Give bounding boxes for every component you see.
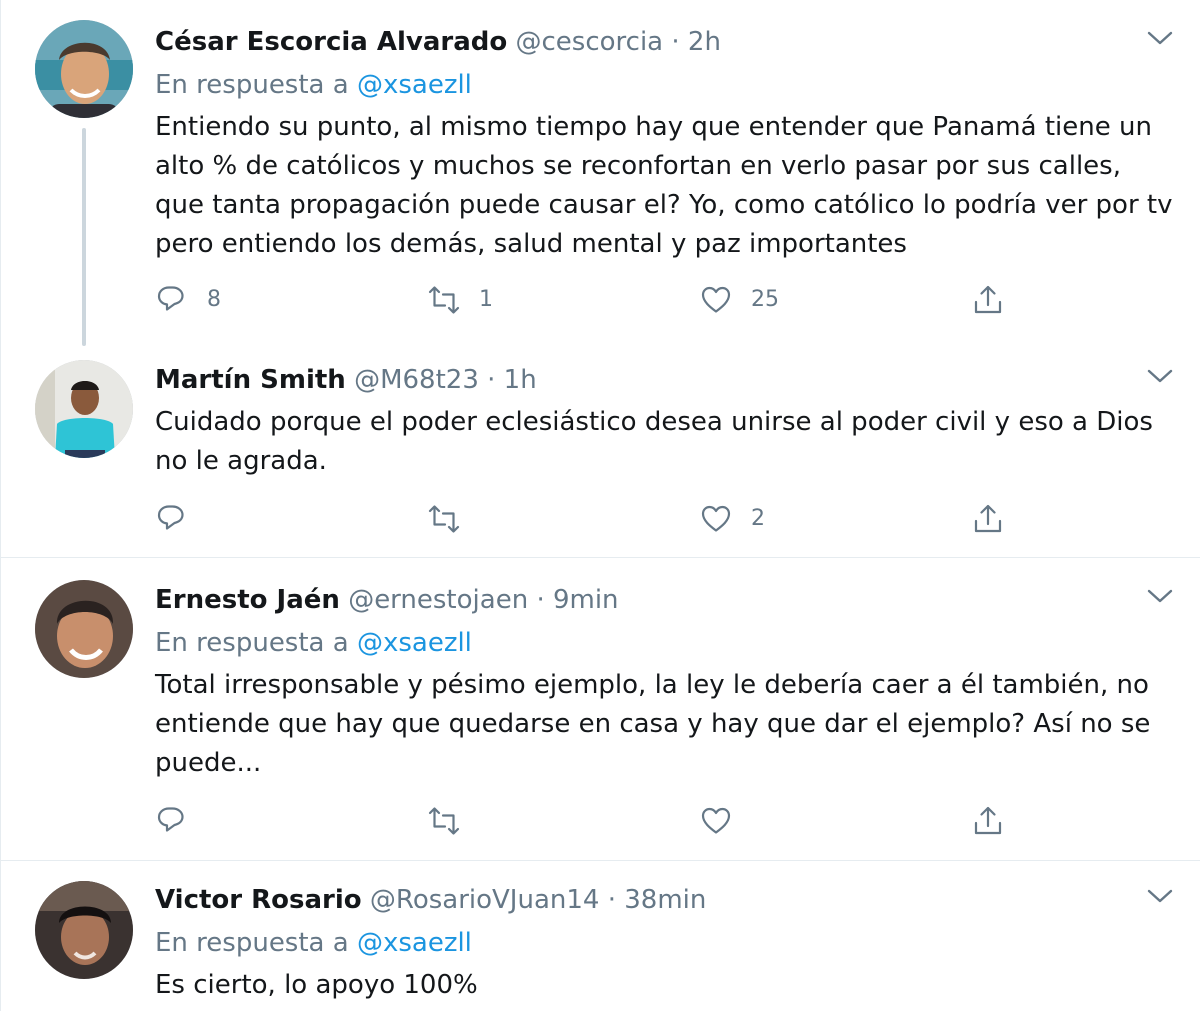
reply-prefix: En respuesta a bbox=[155, 628, 357, 658]
heart-icon bbox=[701, 286, 731, 313]
tweet-text: Cuidado porque el poder eclesiástico des… bbox=[155, 407, 1153, 476]
timestamp[interactable]: 9min bbox=[553, 585, 619, 615]
avatar[interactable] bbox=[35, 580, 133, 678]
retweet-button[interactable] bbox=[427, 803, 479, 839]
separator: · bbox=[607, 885, 616, 915]
author-name[interactable]: Victor Rosario bbox=[155, 885, 362, 915]
retweet-icon bbox=[428, 807, 460, 835]
chevron-down-icon[interactable] bbox=[1146, 28, 1174, 48]
like-count: 25 bbox=[751, 287, 779, 312]
reply-button[interactable] bbox=[155, 803, 207, 839]
share-icon bbox=[974, 285, 1002, 314]
reply-mention-link[interactable]: @xsaezll bbox=[357, 628, 472, 658]
reply-context: En respuesta a @xsaezll bbox=[155, 67, 472, 103]
retweet-icon bbox=[428, 286, 460, 314]
heart-icon bbox=[701, 807, 731, 834]
timestamp[interactable]: 1h bbox=[504, 365, 537, 395]
avatar[interactable] bbox=[35, 881, 133, 979]
share-icon bbox=[974, 806, 1002, 835]
timestamp[interactable]: 2h bbox=[688, 27, 721, 57]
like-button[interactable]: 2 bbox=[699, 501, 765, 537]
retweet-button[interactable] bbox=[427, 501, 479, 537]
chevron-down-icon[interactable] bbox=[1146, 886, 1174, 906]
reply-icon bbox=[157, 286, 184, 311]
share-icon bbox=[974, 504, 1002, 533]
chevron-down-icon[interactable] bbox=[1146, 366, 1174, 386]
like-count: 2 bbox=[751, 506, 765, 531]
author-handle[interactable]: @cescorcia bbox=[516, 27, 664, 57]
share-button[interactable] bbox=[971, 501, 1005, 537]
like-button[interactable] bbox=[699, 803, 751, 839]
tweet-text: Es cierto, lo apoyo 100% bbox=[155, 970, 478, 1000]
like-button[interactable]: 25 bbox=[699, 282, 779, 318]
heart-icon bbox=[701, 505, 731, 532]
author-handle[interactable]: @RosarioVJuan14 bbox=[370, 885, 600, 915]
thread-line bbox=[82, 128, 86, 346]
tweet-text: Entiendo su punto, al mismo tiempo hay q… bbox=[155, 112, 1173, 259]
share-button[interactable] bbox=[971, 282, 1005, 318]
retweet-count: 1 bbox=[479, 287, 493, 312]
reply-count: 8 bbox=[207, 287, 221, 312]
tweet[interactable]: Martín Smith @M68t23 · 1h Cuidado porque… bbox=[1, 345, 1200, 557]
share-button[interactable] bbox=[971, 803, 1005, 839]
avatar[interactable] bbox=[35, 360, 133, 458]
chevron-down-icon[interactable] bbox=[1146, 586, 1174, 606]
reply-prefix: En respuesta a bbox=[155, 928, 357, 958]
avatar[interactable] bbox=[35, 20, 133, 118]
reply-context: En respuesta a @xsaezll bbox=[155, 925, 472, 961]
author-handle[interactable]: @M68t23 bbox=[354, 365, 479, 395]
reply-mention-link[interactable]: @xsaezll bbox=[357, 70, 472, 100]
author-name[interactable]: César Escorcia Alvarado bbox=[155, 27, 507, 57]
tweet-header: César Escorcia Alvarado @cescorcia · 2h bbox=[155, 24, 721, 60]
tweet-header: Victor Rosario @RosarioVJuan14 · 38min bbox=[155, 882, 706, 918]
reply-prefix: En respuesta a bbox=[155, 70, 357, 100]
tweet-header: Martín Smith @M68t23 · 1h bbox=[155, 362, 537, 398]
retweet-button[interactable]: 1 bbox=[427, 282, 493, 318]
tweet[interactable]: Ernesto Jaén @ernestojaen · 9min En resp… bbox=[1, 558, 1200, 860]
tweet[interactable]: Victor Rosario @RosarioVJuan14 · 38min E… bbox=[1, 861, 1200, 1011]
reply-icon bbox=[157, 505, 184, 530]
timestamp[interactable]: 38min bbox=[624, 885, 706, 915]
tweet-text: Total irresponsable y pésimo ejemplo, la… bbox=[155, 670, 1151, 778]
author-handle[interactable]: @ernestojaen bbox=[348, 585, 528, 615]
reply-icon bbox=[157, 807, 184, 832]
tweet[interactable]: César Escorcia Alvarado @cescorcia · 2h … bbox=[1, 0, 1200, 346]
reply-context: En respuesta a @xsaezll bbox=[155, 625, 472, 661]
separator: · bbox=[536, 585, 545, 615]
reply-button[interactable]: 8 bbox=[155, 282, 221, 318]
reply-mention-link[interactable]: @xsaezll bbox=[357, 928, 472, 958]
tweet-replies-feed: César Escorcia Alvarado @cescorcia · 2h … bbox=[0, 0, 1200, 1011]
author-name[interactable]: Martín Smith bbox=[155, 365, 346, 395]
reply-button[interactable] bbox=[155, 501, 207, 537]
retweet-icon bbox=[428, 505, 460, 533]
author-name[interactable]: Ernesto Jaén bbox=[155, 585, 340, 615]
separator: · bbox=[487, 365, 496, 395]
separator: · bbox=[671, 27, 680, 57]
tweet-header: Ernesto Jaén @ernestojaen · 9min bbox=[155, 582, 619, 618]
